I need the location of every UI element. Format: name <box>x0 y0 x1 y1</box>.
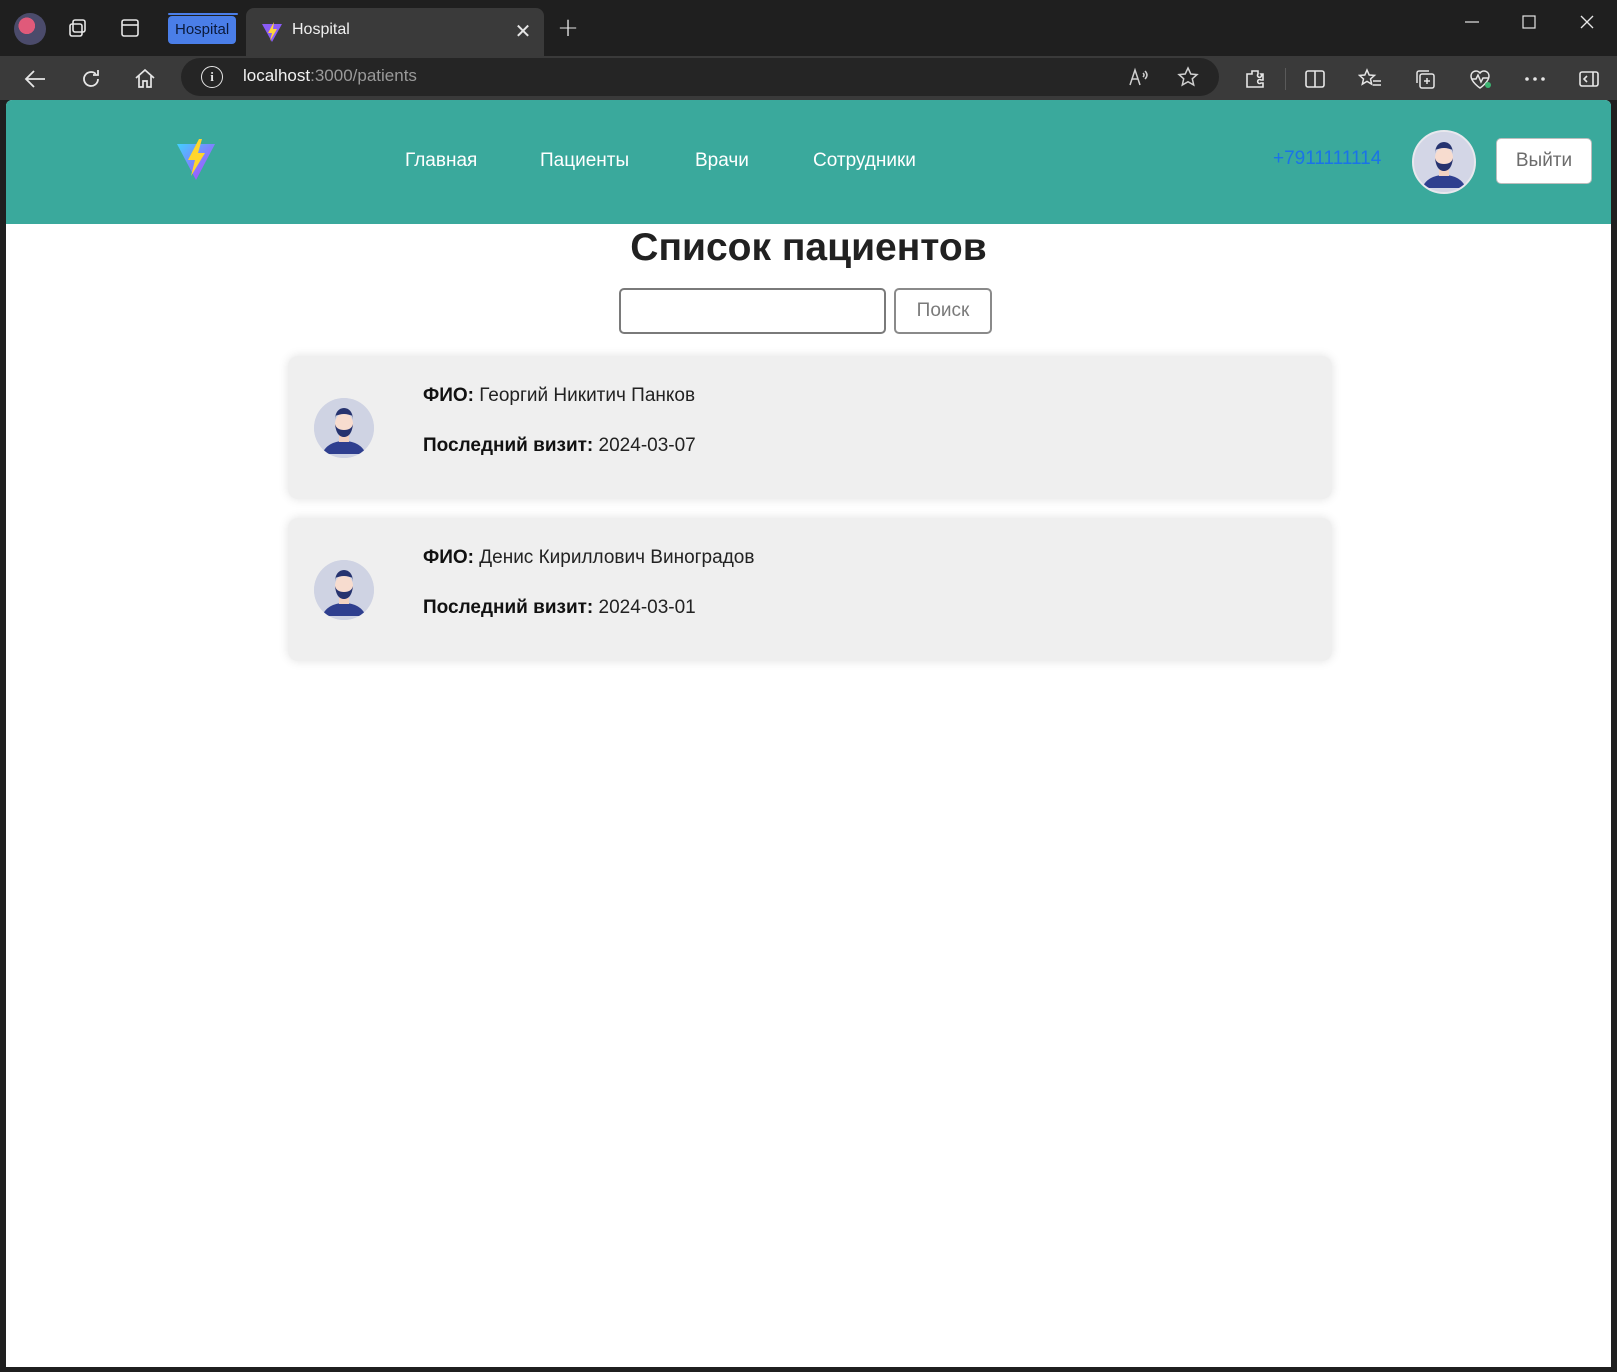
nav-doctors[interactable]: Врачи <box>695 150 749 172</box>
patient-last-visit: 2024-03-01 <box>598 597 696 618</box>
favorites-icon[interactable] <box>1355 64 1385 94</box>
split-screen-icon[interactable] <box>1300 64 1330 94</box>
close-tab-icon[interactable]: ✕ <box>512 20 534 42</box>
patient-name-label: ФИО: <box>423 385 474 406</box>
search-button[interactable]: Поиск <box>894 288 992 334</box>
user-avatar[interactable] <box>1412 130 1476 194</box>
patient-avatar <box>314 398 374 458</box>
url-host: localhost <box>243 66 311 85</box>
nav-home[interactable]: Главная <box>405 150 477 172</box>
maximize-icon[interactable] <box>1509 8 1549 36</box>
nav-staff[interactable]: Сотрудники <box>813 150 916 172</box>
patient-name-row: ФИО: Денис Кириллович Виноградов <box>423 547 754 569</box>
app-header: Главная Пациенты Врачи Сотрудники +79111… <box>6 100 1611 224</box>
tab-group-label[interactable]: Hospital <box>168 16 237 44</box>
window-close-icon[interactable] <box>1567 8 1607 36</box>
tab-group-line <box>168 13 238 15</box>
patient-card[interactable]: ФИО: Денис Кириллович Виноградов Последн… <box>288 518 1332 661</box>
patient-avatar <box>314 560 374 620</box>
patient-visit-label: Последний визит: <box>423 597 594 618</box>
site-info-icon[interactable]: i <box>201 66 223 88</box>
read-aloud-icon[interactable] <box>1126 64 1152 90</box>
logo-icon[interactable] <box>176 138 216 182</box>
address-bar[interactable]: i localhost:3000/patients <box>181 58 1219 96</box>
back-icon[interactable] <box>20 64 50 94</box>
url-text[interactable]: localhost:3000/patients <box>243 66 417 86</box>
patient-visit-label: Последний визит: <box>423 435 594 456</box>
home-icon[interactable] <box>130 64 160 94</box>
nav-patients[interactable]: Пациенты <box>540 150 629 172</box>
patient-visit-row: Последний визит: 2024-03-07 <box>423 435 696 457</box>
page-title: Список пациентов <box>630 226 987 269</box>
collections-icon[interactable] <box>1410 64 1440 94</box>
tab-hospital[interactable]: Hospital ✕ <box>246 8 544 56</box>
toolbar-divider <box>1285 68 1286 90</box>
url-path: :3000/patients <box>310 66 417 85</box>
vite-favicon-icon <box>262 22 282 42</box>
extensions-icon[interactable] <box>1240 64 1270 94</box>
browser-essentials-icon[interactable] <box>1465 64 1495 94</box>
sidebar-toggle-icon[interactable] <box>1574 64 1604 94</box>
search-input[interactable] <box>619 288 886 334</box>
workspaces-icon[interactable] <box>64 14 92 42</box>
favorite-star-icon[interactable] <box>1175 64 1201 90</box>
patient-name-row: ФИО: Георгий Никитич Панков <box>423 385 695 407</box>
page-viewport: Главная Пациенты Врачи Сотрудники +79111… <box>6 100 1611 1367</box>
reload-icon[interactable] <box>76 64 106 94</box>
browser-toolbar: i localhost:3000/patients <box>0 56 1617 100</box>
minimize-icon[interactable] <box>1452 8 1492 36</box>
tab-title: Hospital <box>292 21 350 38</box>
vertical-tabs-icon[interactable] <box>116 14 144 42</box>
more-options-icon[interactable] <box>1520 64 1550 94</box>
patient-list: ФИО: Георгий Никитич Панков Последний ви… <box>288 356 1332 680</box>
logout-button[interactable]: Выйти <box>1496 138 1592 184</box>
new-tab-icon[interactable]: + <box>554 13 582 43</box>
patient-card[interactable]: ФИО: Георгий Никитич Панков Последний ви… <box>288 356 1332 499</box>
browser-window: Hospital Hospital ✕ + i localhost:3000/p… <box>0 0 1617 1372</box>
patient-name: Георгий Никитич Панков <box>479 385 696 406</box>
patient-visit-row: Последний визит: 2024-03-01 <box>423 597 696 619</box>
patient-last-visit: 2024-03-07 <box>598 435 696 456</box>
patient-name-label: ФИО: <box>423 547 474 568</box>
patient-name: Денис Кириллович Виноградов <box>479 547 755 568</box>
user-phone-link[interactable]: +7911111114 <box>1273 148 1381 170</box>
tab-bar: Hospital Hospital ✕ + <box>0 0 1617 56</box>
profile-avatar-icon[interactable] <box>14 13 46 45</box>
